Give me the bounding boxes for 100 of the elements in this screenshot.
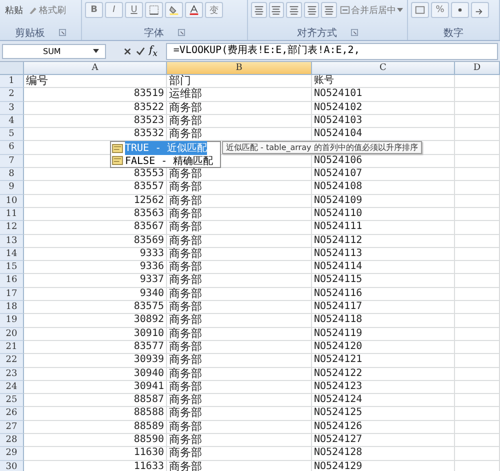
format-painter-button[interactable]: 格式刷 — [27, 2, 67, 18]
table-cell — [455, 380, 500, 394]
table-cell: 88590 — [24, 434, 167, 448]
align-button[interactable] — [321, 2, 337, 18]
row-header[interactable]: 30 — [0, 460, 24, 471]
row-header[interactable]: 13 — [0, 234, 24, 248]
table-cell — [455, 301, 500, 314]
argument-icon — [112, 144, 123, 153]
table-cell — [455, 75, 500, 88]
align-button[interactable] — [268, 2, 284, 18]
table-cell: 编号 — [24, 75, 167, 88]
brush-icon — [28, 5, 38, 15]
column-header[interactable]: A — [24, 62, 167, 75]
row-header[interactable]: 19 — [0, 314, 24, 328]
row-header[interactable]: 1 — [0, 75, 24, 88]
row-header[interactable]: 29 — [0, 447, 24, 461]
row-header[interactable]: 11 — [0, 208, 24, 222]
row-header[interactable]: 3 — [0, 102, 24, 115]
table-cell: NO524103 — [312, 114, 455, 128]
column-header[interactable]: C — [312, 62, 455, 75]
table-cell: NO524109 — [312, 194, 455, 208]
insert-function-button[interactable]: f$_{x}$ — [149, 44, 158, 58]
table-cell: NO524113 — [312, 248, 455, 262]
table-cell — [455, 221, 500, 235]
row-header[interactable]: 20 — [0, 328, 24, 341]
table-cell: NO524121 — [312, 354, 455, 368]
border-button[interactable] — [145, 2, 163, 18]
row-header[interactable]: 10 — [0, 194, 24, 208]
table-cell: 商务部 — [167, 420, 312, 434]
cancel-icon[interactable] — [123, 46, 132, 56]
table-cell: 商务部 — [167, 460, 312, 471]
table-cell — [455, 114, 500, 128]
row-header[interactable]: 26 — [0, 407, 24, 421]
dialog-launcher-icon[interactable] — [178, 29, 185, 36]
font-color-button[interactable] — [185, 2, 203, 18]
row-header[interactable]: 18 — [0, 301, 24, 314]
table-cell: 商务部 — [167, 114, 312, 128]
format-button[interactable]: B — [85, 2, 103, 18]
row-header[interactable]: 15 — [0, 261, 24, 274]
format-button[interactable]: % — [431, 2, 449, 18]
row-header[interactable]: 27 — [0, 420, 24, 434]
table-cell: 9337 — [24, 274, 167, 288]
dialog-launcher-icon[interactable] — [351, 29, 358, 36]
argument-icon — [112, 156, 123, 166]
row-header[interactable]: 23 — [0, 368, 24, 381]
column-header[interactable]: D — [455, 62, 500, 75]
row-header[interactable]: 5 — [0, 128, 24, 142]
row-header[interactable]: 28 — [0, 434, 24, 448]
autocomplete-option[interactable]: FALSE - 精确匹配 — [125, 154, 214, 168]
table-cell: 账号 — [312, 75, 455, 88]
row-header[interactable]: 22 — [0, 354, 24, 368]
name-box[interactable]: SUM — [2, 44, 106, 58]
table-cell — [455, 141, 500, 155]
check-icon[interactable] — [136, 46, 145, 56]
table-cell: 商务部 — [167, 328, 312, 341]
comma-style-button[interactable] — [451, 2, 469, 18]
paste-button[interactable]: 粘贴 — [3, 2, 25, 18]
merge-center-button[interactable]: 合并后居中 — [338, 2, 404, 18]
align-button[interactable] — [251, 2, 267, 18]
table-cell — [455, 434, 500, 448]
number-format-button[interactable] — [411, 2, 429, 18]
row-header[interactable]: 16 — [0, 274, 24, 288]
align-icon — [324, 5, 334, 15]
table-cell: NO524111 — [312, 221, 455, 235]
row-header[interactable]: 14 — [0, 248, 24, 262]
table-cell: 商务部 — [167, 301, 312, 314]
table-cell: NO524125 — [312, 407, 455, 421]
table-cell: NO524107 — [312, 168, 455, 182]
align-button[interactable] — [286, 2, 302, 18]
dialog-launcher-icon[interactable] — [59, 29, 66, 36]
table-cell: NO524129 — [312, 460, 455, 471]
row-header[interactable]: 7 — [0, 154, 24, 168]
table-cell: NO524110 — [312, 208, 455, 222]
table-cell: 9336 — [24, 261, 167, 274]
row-header[interactable]: 25 — [0, 394, 24, 408]
row-header[interactable]: 9 — [0, 181, 24, 195]
column-header[interactable]: B — [167, 62, 312, 75]
table-cell: 83567 — [24, 221, 167, 235]
table-cell: 商务部 — [167, 248, 312, 262]
align-icon — [306, 5, 317, 15]
row-header[interactable]: 24 — [0, 380, 24, 394]
row-header[interactable]: 8 — [0, 168, 24, 182]
row-header[interactable]: 12 — [0, 221, 24, 235]
row-header[interactable]: 2 — [0, 88, 24, 102]
row-header[interactable]: 4 — [0, 114, 24, 128]
format-button[interactable]: 变 — [205, 2, 223, 18]
formula-field[interactable]: =VLOOKUP(费用表!E:E,部门表!A:E,2, — [166, 42, 498, 60]
table-cell: 11630 — [24, 447, 167, 461]
row-header[interactable]: 21 — [0, 340, 24, 354]
table-cell: 88589 — [24, 420, 167, 434]
row-header[interactable]: 17 — [0, 288, 24, 302]
table-cell — [455, 354, 500, 368]
format-button[interactable]: U — [125, 2, 143, 18]
fill-color-button[interactable] — [165, 2, 183, 18]
decimal-button[interactable] — [471, 2, 489, 18]
group-label: 对齐方式 — [297, 26, 337, 40]
table-cell: 12562 — [24, 194, 167, 208]
row-header[interactable]: 6 — [0, 141, 24, 155]
align-button[interactable] — [304, 2, 320, 18]
format-button[interactable]: I — [105, 2, 123, 18]
